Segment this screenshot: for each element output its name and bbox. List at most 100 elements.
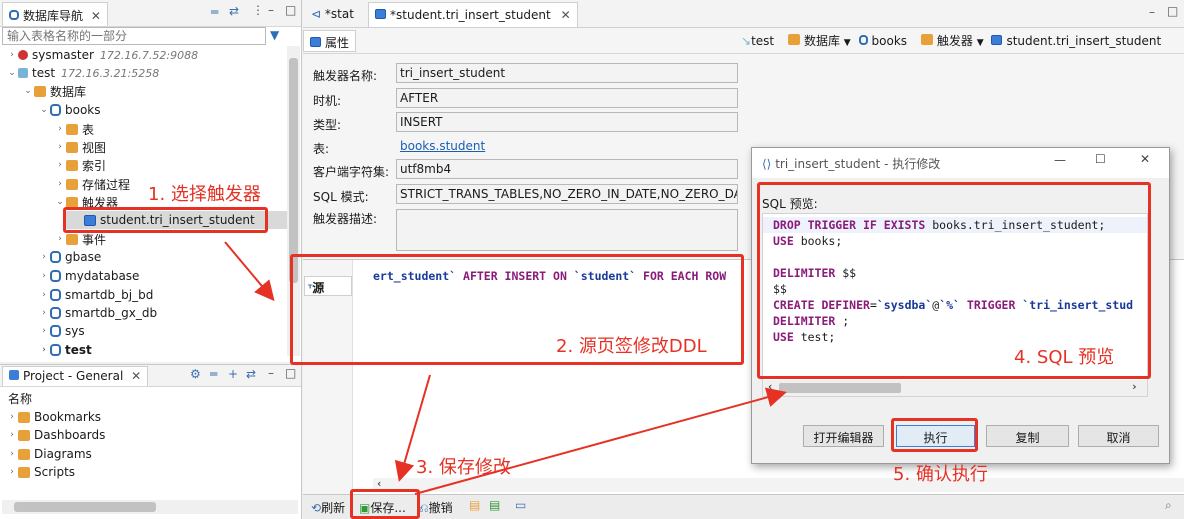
maximize-icon[interactable]: □ [285, 3, 296, 17]
name-field[interactable]: tri_insert_student [396, 63, 738, 83]
close-icon[interactable]: ✕ [91, 9, 101, 23]
copy-button[interactable]: 复制 [986, 425, 1069, 447]
tree-label: smartdb_gx_db [65, 306, 158, 320]
chevron-left-icon[interactable]: ‹ [767, 379, 774, 395]
breadcrumb-trigger[interactable]: student.tri_insert_student [991, 34, 1161, 48]
open-editor-button[interactable]: 打开编辑器 [803, 425, 884, 447]
filter-icon[interactable]: ▼ [270, 28, 279, 42]
scrollbar-thumb[interactable] [779, 383, 901, 393]
maximize-icon[interactable]: ☐ [1095, 152, 1106, 166]
scrollbar-thumb[interactable] [14, 502, 156, 512]
tree-item-db[interactable]: › gbase [38, 248, 101, 266]
chevron-down-icon[interactable]: ⌄ [38, 105, 50, 115]
collapse-all-icon[interactable]: ═ [211, 5, 218, 19]
chevron-right-icon[interactable]: › [6, 412, 18, 422]
tree-item-db[interactable]: › test [38, 341, 92, 359]
type-field[interactable]: INSERT [396, 112, 738, 132]
chevron-right-icon[interactable]: › [54, 179, 66, 189]
chevron-right-icon[interactable]: › [54, 234, 66, 244]
breadcrumb-conn[interactable]: ↘test [741, 34, 774, 48]
tab-properties[interactable]: 属性 [303, 30, 357, 52]
chevron-down-icon[interactable]: ▼ [977, 38, 984, 48]
timing-field[interactable]: AFTER [396, 88, 738, 108]
project-hscrollbar[interactable] [2, 500, 298, 514]
breadcrumb-db[interactable]: books [858, 34, 907, 48]
tree-item-db[interactable]: › sys [38, 322, 84, 340]
sql-hscrollbar[interactable]: ‹ › [763, 380, 1147, 396]
project-tab[interactable]: Project - General ✕ [2, 366, 149, 386]
minimize-icon[interactable]: – [1149, 5, 1155, 19]
tree-label: 存储过程 [82, 177, 131, 192]
chevron-right-icon[interactable]: › [54, 124, 66, 134]
close-icon[interactable]: ✕ [1140, 152, 1150, 166]
view-menu-icon[interactable]: ⋮ [252, 3, 264, 17]
tree-item-indexes[interactable]: › 索引 [54, 156, 106, 174]
maximize-icon[interactable]: □ [285, 366, 296, 380]
project-item-dashboards[interactable]: › Dashboards [6, 426, 105, 444]
chevron-right-icon[interactable]: › [6, 430, 18, 440]
link-editor-icon[interactable]: ⇄ [229, 4, 239, 18]
timing-label: 时机: [313, 94, 342, 108]
tree-item-db[interactable]: › mydatabase [38, 267, 139, 285]
desc-field[interactable] [396, 209, 738, 251]
search-icon[interactable]: ⌕ [1165, 498, 1172, 513]
chevron-down-icon[interactable]: ⌄ [6, 68, 18, 78]
database-icon [50, 251, 61, 263]
link-editor-icon[interactable]: ⇄ [246, 367, 256, 381]
panel-icon[interactable]: ▭ [515, 498, 526, 512]
tree-label: smartdb_bj_bd [65, 288, 154, 302]
project-item-scripts[interactable]: › Scripts [6, 463, 75, 481]
chevron-right-icon[interactable]: › [38, 252, 50, 262]
tree-item-procedures[interactable]: › 存储过程 [54, 175, 130, 193]
close-icon[interactable]: ✕ [561, 8, 571, 22]
tree-item-db[interactable]: › smartdb_bj_bd [38, 286, 153, 304]
chevron-right-icon[interactable]: › [6, 449, 18, 459]
chevron-down-icon[interactable]: ▼ [844, 38, 851, 48]
chevron-right-icon[interactable]: › [38, 345, 50, 355]
ddl-hscrollbar[interactable]: ‹ [373, 477, 1184, 492]
cancel-button[interactable]: 取消 [1078, 425, 1159, 447]
tree-item-tables[interactable]: › 表 [54, 120, 94, 138]
close-icon[interactable]: ✕ [131, 369, 141, 383]
export-icon[interactable]: ▤ [469, 498, 480, 512]
tree-item-databases[interactable]: ⌄ 数据库 [22, 82, 86, 100]
minimize-icon[interactable]: — [1054, 153, 1066, 167]
chevron-right-icon[interactable]: › [38, 271, 50, 281]
project-item-diagrams[interactable]: › Diagrams [6, 445, 92, 463]
chevron-right-icon[interactable]: › [1131, 379, 1138, 395]
table-link[interactable]: books.student [400, 139, 485, 153]
chevron-right-icon[interactable]: › [54, 142, 66, 152]
project-item-bookmarks[interactable]: › Bookmarks [6, 408, 101, 426]
table-filter-input[interactable] [2, 27, 266, 45]
refresh-button[interactable]: ⟲刷新 [311, 499, 345, 516]
charset-field[interactable]: utf8mb4 [396, 159, 738, 179]
gear-icon[interactable]: ⚙ [190, 367, 201, 381]
maximize-icon[interactable]: □ [1167, 4, 1178, 18]
tab-trigger[interactable]: *student.tri_insert_student ✕ [368, 2, 578, 27]
import-icon[interactable]: ▤ [489, 498, 500, 512]
chevron-right-icon[interactable]: › [38, 290, 50, 300]
breadcrumb-trig-folder[interactable]: 触发器 ▼ [920, 34, 984, 48]
collapse-all-icon[interactable]: ═ [210, 367, 217, 381]
chevron-right-icon[interactable]: › [38, 326, 50, 336]
navigator-tab[interactable]: 数据库导航 ✕ [2, 2, 108, 26]
chevron-right-icon[interactable]: › [54, 160, 66, 170]
chevron-right-icon[interactable]: › [6, 467, 18, 477]
tab-stat[interactable]: ⊲ *stat [305, 2, 360, 27]
scrollbar-thumb[interactable] [289, 58, 298, 283]
minimize-icon[interactable]: – [268, 366, 274, 380]
chevron-right-icon[interactable]: › [6, 50, 18, 60]
tree-item-views[interactable]: › 视图 [54, 138, 106, 156]
breadcrumb-db-folder[interactable]: 数据库 ▼ [787, 34, 851, 48]
sqlmode-field[interactable]: STRICT_TRANS_TABLES,NO_ZERO_IN_DATE,NO_Z… [396, 184, 738, 204]
minimize-icon[interactable]: – [268, 3, 274, 17]
chevron-down-icon[interactable]: ⌄ [54, 197, 66, 207]
tree-item-sysmaster[interactable]: › sysmaster 172.16.7.52:9088 [6, 46, 198, 64]
tree-item-test[interactable]: ⌄ test 172.16.3.21:5258 [6, 64, 159, 82]
tree-item-db[interactable]: › smartdb_gx_db [38, 304, 157, 322]
add-icon[interactable]: + [228, 367, 238, 381]
chevron-right-icon[interactable]: › [38, 308, 50, 318]
chevron-down-icon[interactable]: ⌄ [22, 86, 34, 96]
tree-item-books[interactable]: ⌄ books [38, 101, 100, 119]
revert-button[interactable]: ⎌撤销 [419, 499, 453, 516]
